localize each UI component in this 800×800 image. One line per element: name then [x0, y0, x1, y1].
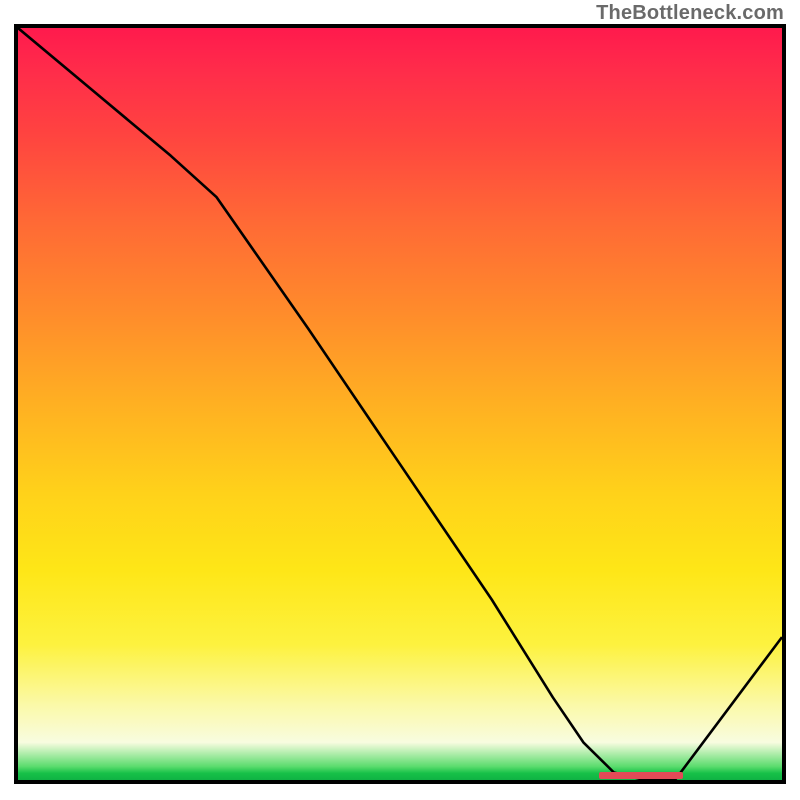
- optimal-range-marker: [599, 772, 683, 779]
- watermark-text: TheBottleneck.com: [596, 2, 784, 25]
- bottleneck-curve: [18, 28, 782, 780]
- chart-frame: [14, 24, 786, 784]
- chart-container: TheBottleneck.com: [0, 0, 800, 800]
- chart-svg: [18, 28, 782, 780]
